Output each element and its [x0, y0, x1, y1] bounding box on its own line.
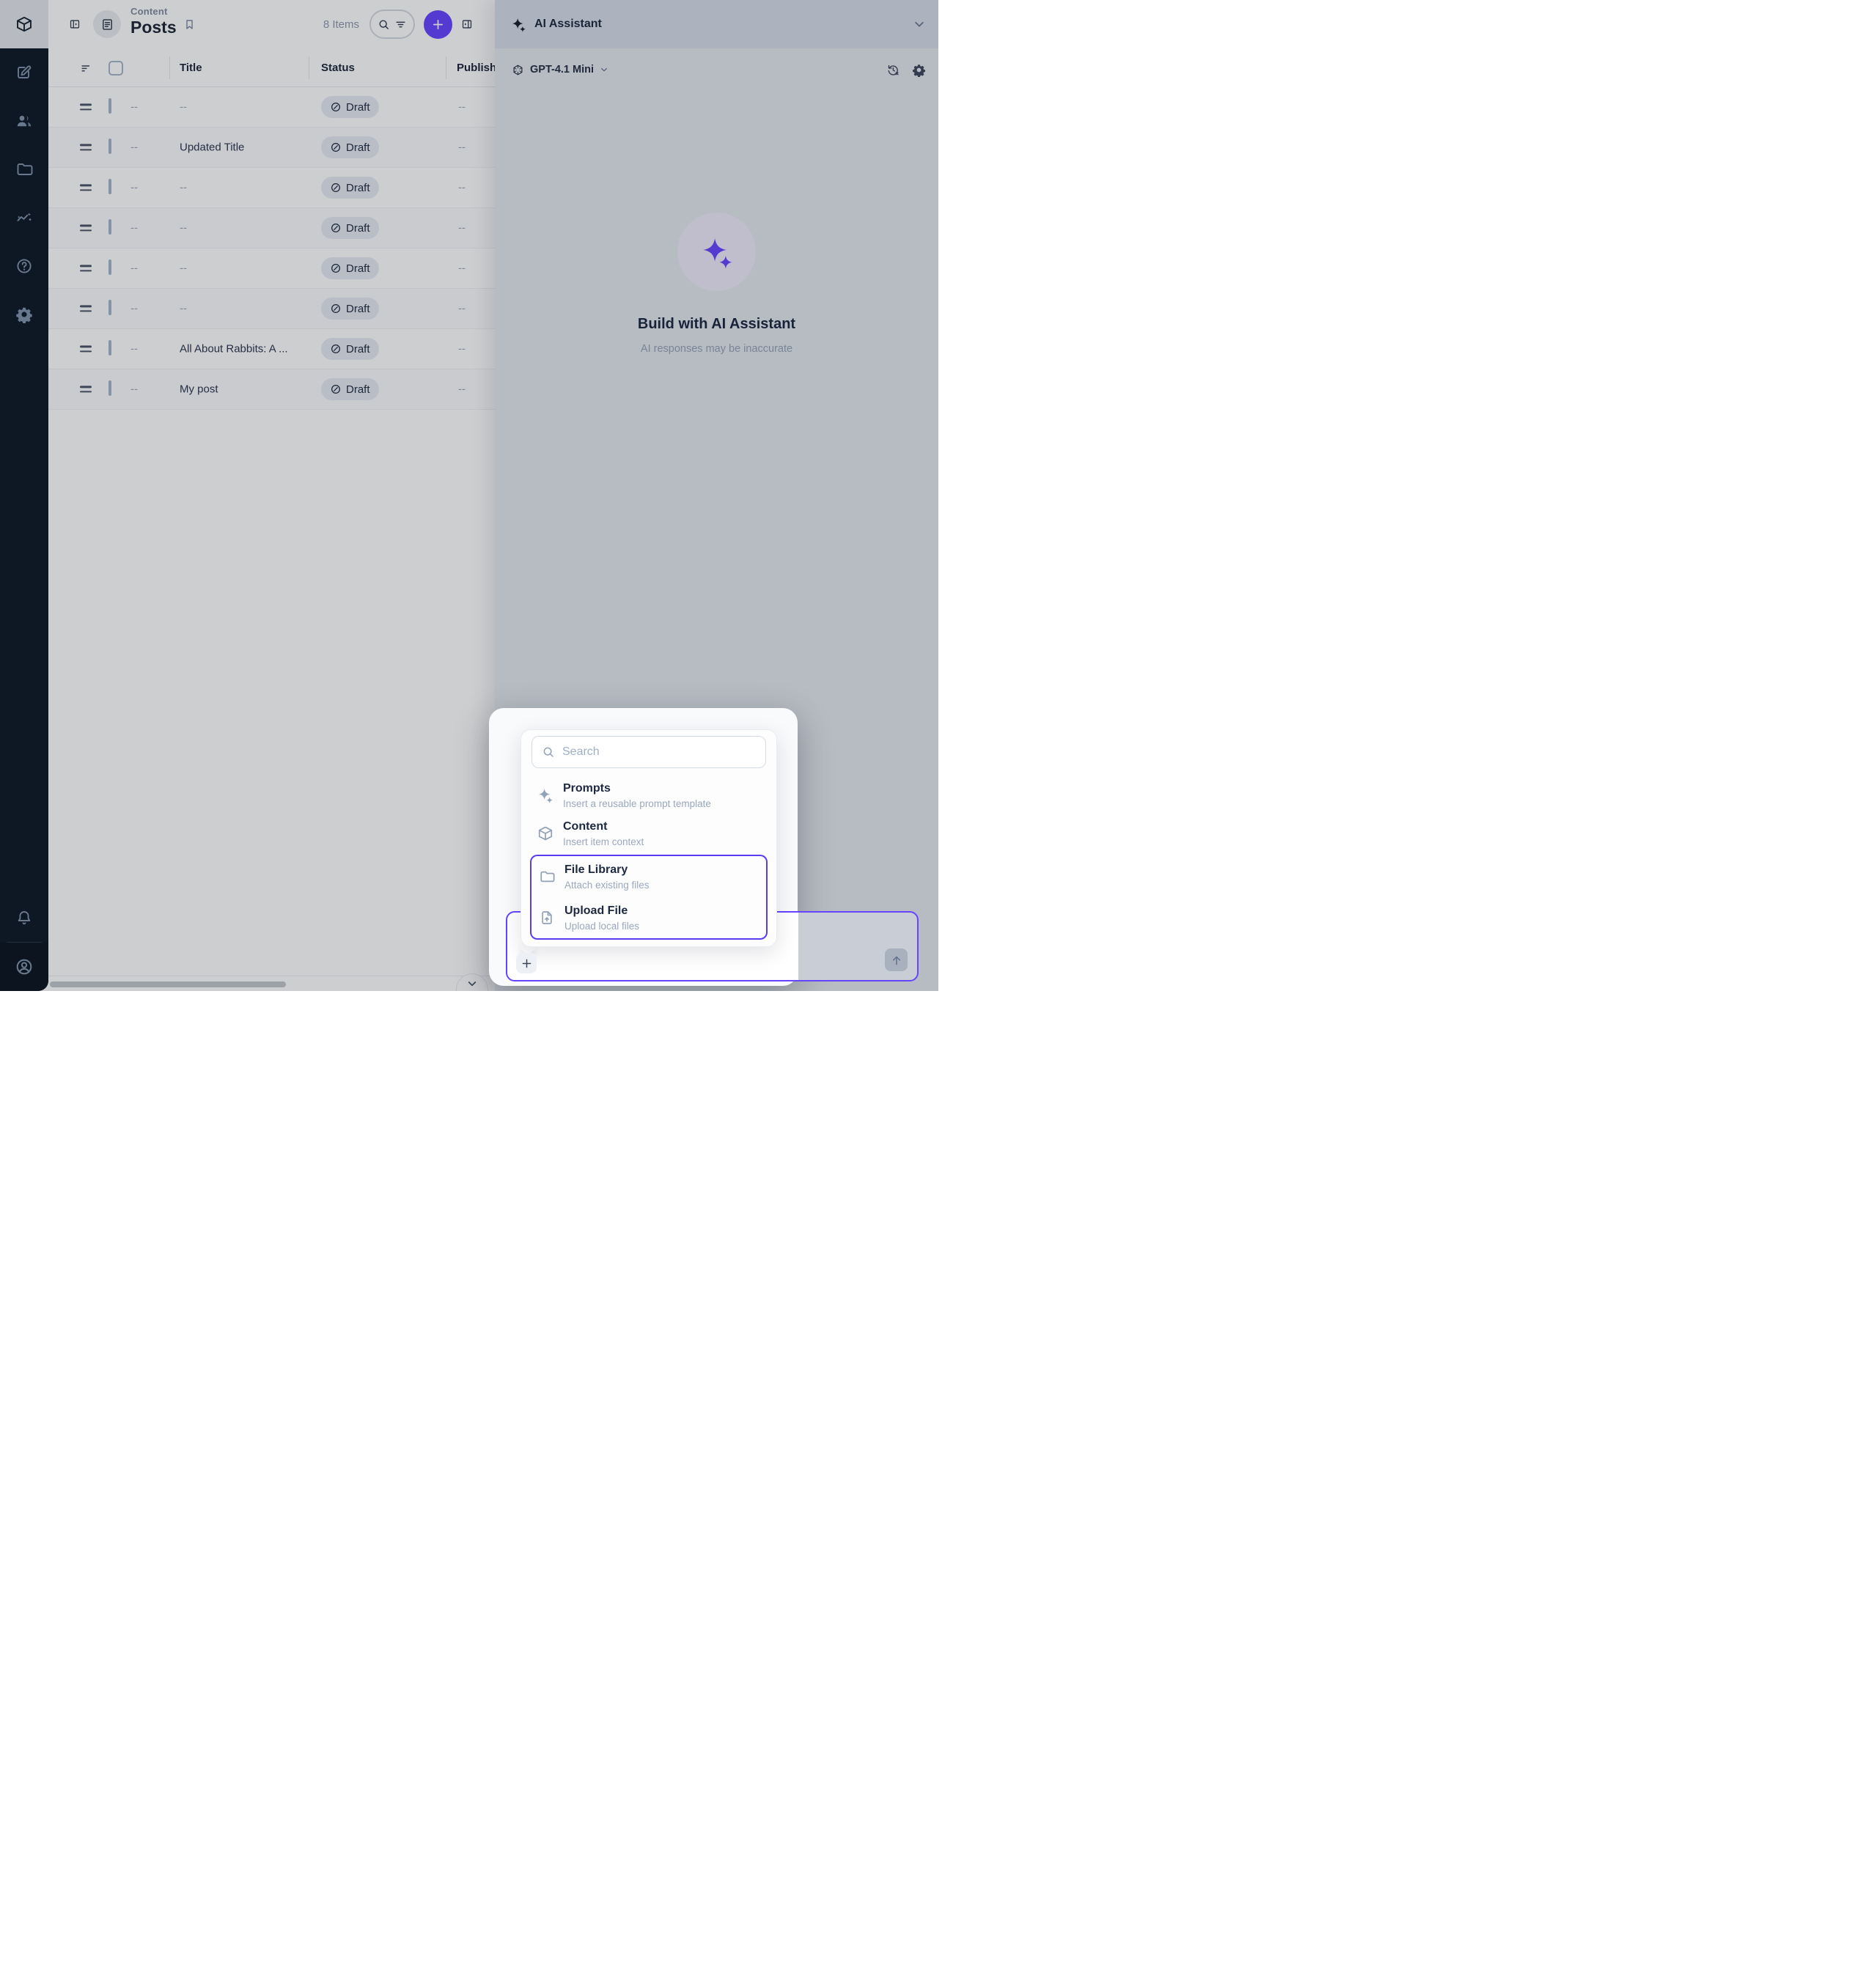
modal-scrim[interactable]: [0, 0, 938, 991]
menu-item[interactable]: File Library Attach existing files: [530, 855, 768, 897]
menu-item[interactable]: Upload File Upload local files: [530, 897, 768, 940]
menu-item-desc: Attach existing files: [564, 879, 650, 891]
menu-item-label: Upload File: [564, 903, 639, 918]
attachment-menu-items: Prompts Insert a reusable prompt templat…: [530, 776, 768, 940]
box-icon: [537, 825, 553, 841]
menu-item-label: Prompts: [563, 781, 711, 796]
menu-item-label: File Library: [564, 862, 650, 877]
popup-search-box[interactable]: [531, 736, 766, 768]
plus-icon: [521, 957, 533, 970]
attach-button[interactable]: [516, 953, 537, 973]
sparkle-icon: [537, 787, 553, 803]
menu-item-desc: Insert a reusable prompt template: [563, 797, 711, 810]
menu-item[interactable]: Content Insert item context: [530, 814, 768, 852]
menu-item[interactable]: Prompts Insert a reusable prompt templat…: [530, 776, 768, 814]
menu-item-desc: Insert item context: [563, 836, 644, 848]
attachment-menu: Prompts Insert a reusable prompt templat…: [521, 729, 777, 947]
file-upload-icon: [539, 910, 555, 926]
popup-search-input[interactable]: [562, 745, 756, 759]
folder-icon: [539, 869, 555, 885]
menu-item-desc: Upload local files: [564, 920, 639, 932]
arrow-up-icon: [890, 954, 903, 967]
menu-item-label: Content: [563, 819, 644, 834]
app-window: Content Posts 8 Items: [0, 0, 938, 991]
search-icon: [542, 745, 555, 759]
send-button[interactable]: [885, 948, 908, 971]
